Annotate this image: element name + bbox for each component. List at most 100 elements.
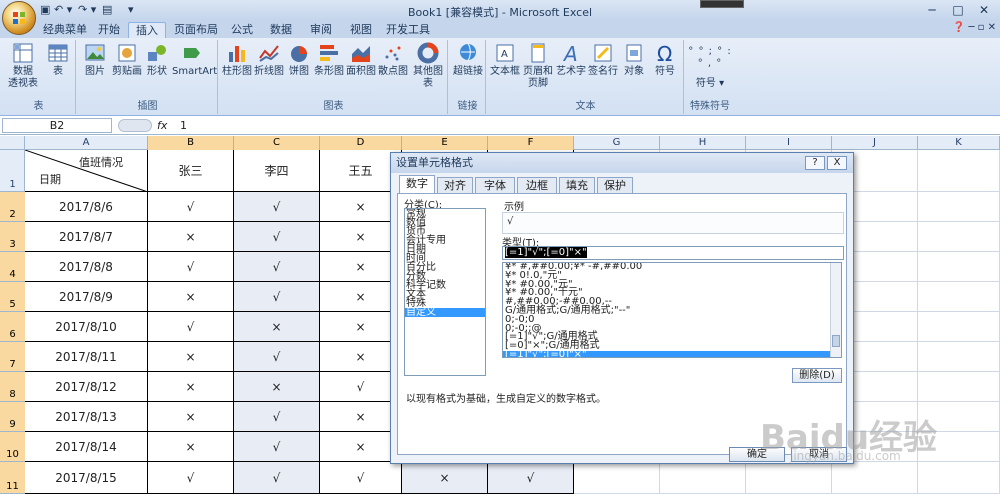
- row-header[interactable]: 1: [0, 150, 25, 192]
- redo-button[interactable]: ↷ ▾: [78, 3, 96, 16]
- empty-cell[interactable]: [918, 312, 1000, 342]
- mark-cell[interactable]: √: [148, 252, 234, 282]
- column-header-d[interactable]: D: [320, 136, 402, 150]
- mark-cell[interactable]: √: [234, 432, 320, 462]
- empty-cell[interactable]: [832, 462, 918, 494]
- save-icon[interactable]: ▣: [40, 3, 50, 16]
- dialog-close-button[interactable]: X: [827, 156, 847, 170]
- select-all-corner[interactable]: [0, 136, 25, 150]
- column-header-c[interactable]: C: [234, 136, 320, 150]
- signature-line-button[interactable]: 签名行: [588, 42, 618, 78]
- date-cell[interactable]: 2017/8/15: [25, 462, 148, 494]
- row-header[interactable]: 7: [0, 342, 25, 372]
- clipart-button[interactable]: 剪贴画: [112, 42, 142, 78]
- date-cell[interactable]: 2017/8/9: [25, 282, 148, 312]
- mark-cell[interactable]: ×: [148, 402, 234, 432]
- type-item[interactable]: G/通用格式;G/通用格式;"--": [503, 306, 841, 316]
- textbox-button[interactable]: A 文本框: [490, 42, 520, 78]
- mark-cell[interactable]: √: [234, 342, 320, 372]
- area-chart-button[interactable]: 面积图: [346, 42, 376, 78]
- close-button[interactable]: ✕: [972, 2, 996, 18]
- column-header-g[interactable]: G: [574, 136, 660, 150]
- tab-insert[interactable]: 插入: [128, 22, 166, 38]
- column-header-b[interactable]: B: [148, 136, 234, 150]
- date-cell[interactable]: 2017/8/13: [25, 402, 148, 432]
- row-header[interactable]: 10: [0, 432, 25, 462]
- other-charts-button[interactable]: 其他图表: [410, 42, 446, 90]
- maximize-button[interactable]: □: [946, 2, 970, 18]
- column-header-a[interactable]: A: [25, 136, 148, 150]
- mark-cell[interactable]: √: [148, 192, 234, 222]
- print-icon[interactable]: ▤: [102, 3, 112, 16]
- type-item[interactable]: [=1]"√";[=0]"×": [503, 350, 841, 357]
- table-button[interactable]: 表: [44, 42, 72, 78]
- name-header[interactable]: 张三: [148, 150, 234, 192]
- date-cell[interactable]: 2017/8/11: [25, 342, 148, 372]
- dialog-tab-border[interactable]: 边框: [517, 177, 557, 193]
- date-cell[interactable]: 2017/8/6: [25, 192, 148, 222]
- delete-button[interactable]: 删除(D): [792, 368, 842, 383]
- mark-cell[interactable]: √: [234, 282, 320, 312]
- date-cell[interactable]: 2017/8/7: [25, 222, 148, 252]
- mark-cell[interactable]: √: [234, 192, 320, 222]
- empty-cell[interactable]: [918, 372, 1000, 402]
- empty-cell[interactable]: [918, 282, 1000, 312]
- empty-cell[interactable]: [918, 222, 1000, 252]
- smartart-button[interactable]: SmartArt: [172, 42, 217, 78]
- type-item[interactable]: 0;-0;0: [503, 314, 841, 325]
- tab-data[interactable]: 数据: [262, 22, 300, 38]
- row-header[interactable]: 2: [0, 192, 25, 222]
- row-header[interactable]: 9: [0, 402, 25, 432]
- tab-page-layout[interactable]: 页面布局: [170, 22, 222, 38]
- mark-cell[interactable]: √: [320, 462, 402, 494]
- pivot-table-button[interactable]: 数据 透视表: [4, 42, 42, 90]
- office-button[interactable]: [2, 1, 36, 35]
- empty-cell[interactable]: [746, 462, 832, 494]
- mark-cell[interactable]: ×: [148, 282, 234, 312]
- mark-cell[interactable]: ×: [148, 342, 234, 372]
- pie-chart-button[interactable]: 饼图: [286, 42, 312, 78]
- type-input[interactable]: [=1]"√";[=0]"×": [502, 246, 844, 260]
- column-chart-button[interactable]: 柱形图: [222, 42, 252, 78]
- column-header-f[interactable]: F: [488, 136, 574, 150]
- tab-home[interactable]: 开始: [90, 22, 128, 38]
- column-header-j[interactable]: J: [832, 136, 918, 150]
- mark-cell[interactable]: ×: [148, 432, 234, 462]
- category-item[interactable]: 自定义: [405, 308, 485, 318]
- mark-cell[interactable]: √: [148, 312, 234, 342]
- mark-cell[interactable]: √: [234, 252, 320, 282]
- mark-cell[interactable]: ×: [234, 312, 320, 342]
- date-cell[interactable]: 2017/8/14: [25, 432, 148, 462]
- mark-cell[interactable]: √: [488, 462, 574, 494]
- mark-cell[interactable]: √: [234, 222, 320, 252]
- name-header[interactable]: 李四: [234, 150, 320, 192]
- mark-cell[interactable]: ×: [148, 222, 234, 252]
- type-list[interactable]: ¥* #,##0.00;¥* -#,##0.00 ¥* 0!.0,"元" ¥* #0…: [502, 262, 842, 358]
- empty-cell[interactable]: [918, 462, 1000, 494]
- dialog-tab-alignment[interactable]: 对齐: [437, 177, 473, 193]
- header-cell-a1[interactable]: 值班情况 日期: [25, 150, 148, 192]
- row-header[interactable]: 6: [0, 312, 25, 342]
- dialog-help-button[interactable]: ?: [805, 156, 825, 170]
- date-cell[interactable]: 2017/8/12: [25, 372, 148, 402]
- row-header[interactable]: 3: [0, 222, 25, 252]
- type-list-scrollbar[interactable]: [830, 263, 841, 357]
- empty-cell[interactable]: [918, 192, 1000, 222]
- column-header-e[interactable]: E: [402, 136, 488, 150]
- scatter-chart-button[interactable]: 散点图: [378, 42, 408, 78]
- scrollbar-thumb[interactable]: [832, 335, 840, 347]
- formula-input[interactable]: 1: [180, 119, 187, 132]
- tab-review[interactable]: 审阅: [302, 22, 340, 38]
- name-box[interactable]: B2: [2, 118, 112, 133]
- object-button[interactable]: 对象: [620, 42, 648, 78]
- mark-cell[interactable]: √: [148, 462, 234, 494]
- date-cell[interactable]: 2017/8/8: [25, 252, 148, 282]
- column-header-k[interactable]: K: [918, 136, 1000, 150]
- insert-function-button[interactable]: fx: [157, 119, 167, 132]
- tab-developer[interactable]: 开发工具: [382, 22, 434, 38]
- line-chart-button[interactable]: 折线图: [254, 42, 284, 78]
- mark-cell[interactable]: ×: [148, 372, 234, 402]
- mark-cell[interactable]: ×: [402, 462, 488, 494]
- hyperlink-button[interactable]: 超链接: [452, 42, 484, 78]
- tab-formulas[interactable]: 公式: [224, 22, 260, 38]
